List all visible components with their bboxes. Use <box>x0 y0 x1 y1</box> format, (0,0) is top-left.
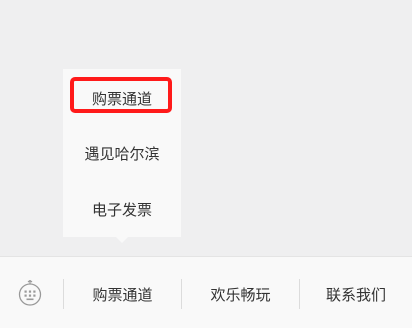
keyboard-toggle-icon <box>18 279 42 310</box>
highlight-box <box>70 77 172 113</box>
menu-item-fun-play[interactable]: 欢乐畅玩 <box>182 257 299 328</box>
menu-item-ticket-channel[interactable]: 购票通道 <box>64 257 181 328</box>
menu-item-contact-us[interactable]: 联系我们 <box>300 257 412 328</box>
bottom-menu-bar: 购票通道 欢乐畅玩 联系我们 <box>0 256 412 328</box>
submenu-item-meet-harbin[interactable]: 遇见哈尔滨 <box>63 144 181 164</box>
submenu-arrow <box>115 236 129 243</box>
submenu-item-e-invoice[interactable]: 电子发票 <box>63 200 181 220</box>
screen: 购票通道 遇见哈尔滨 电子发票 购票通道 欢乐畅玩 联系我们 <box>0 0 412 328</box>
keyboard-toggle-button[interactable] <box>0 257 62 328</box>
